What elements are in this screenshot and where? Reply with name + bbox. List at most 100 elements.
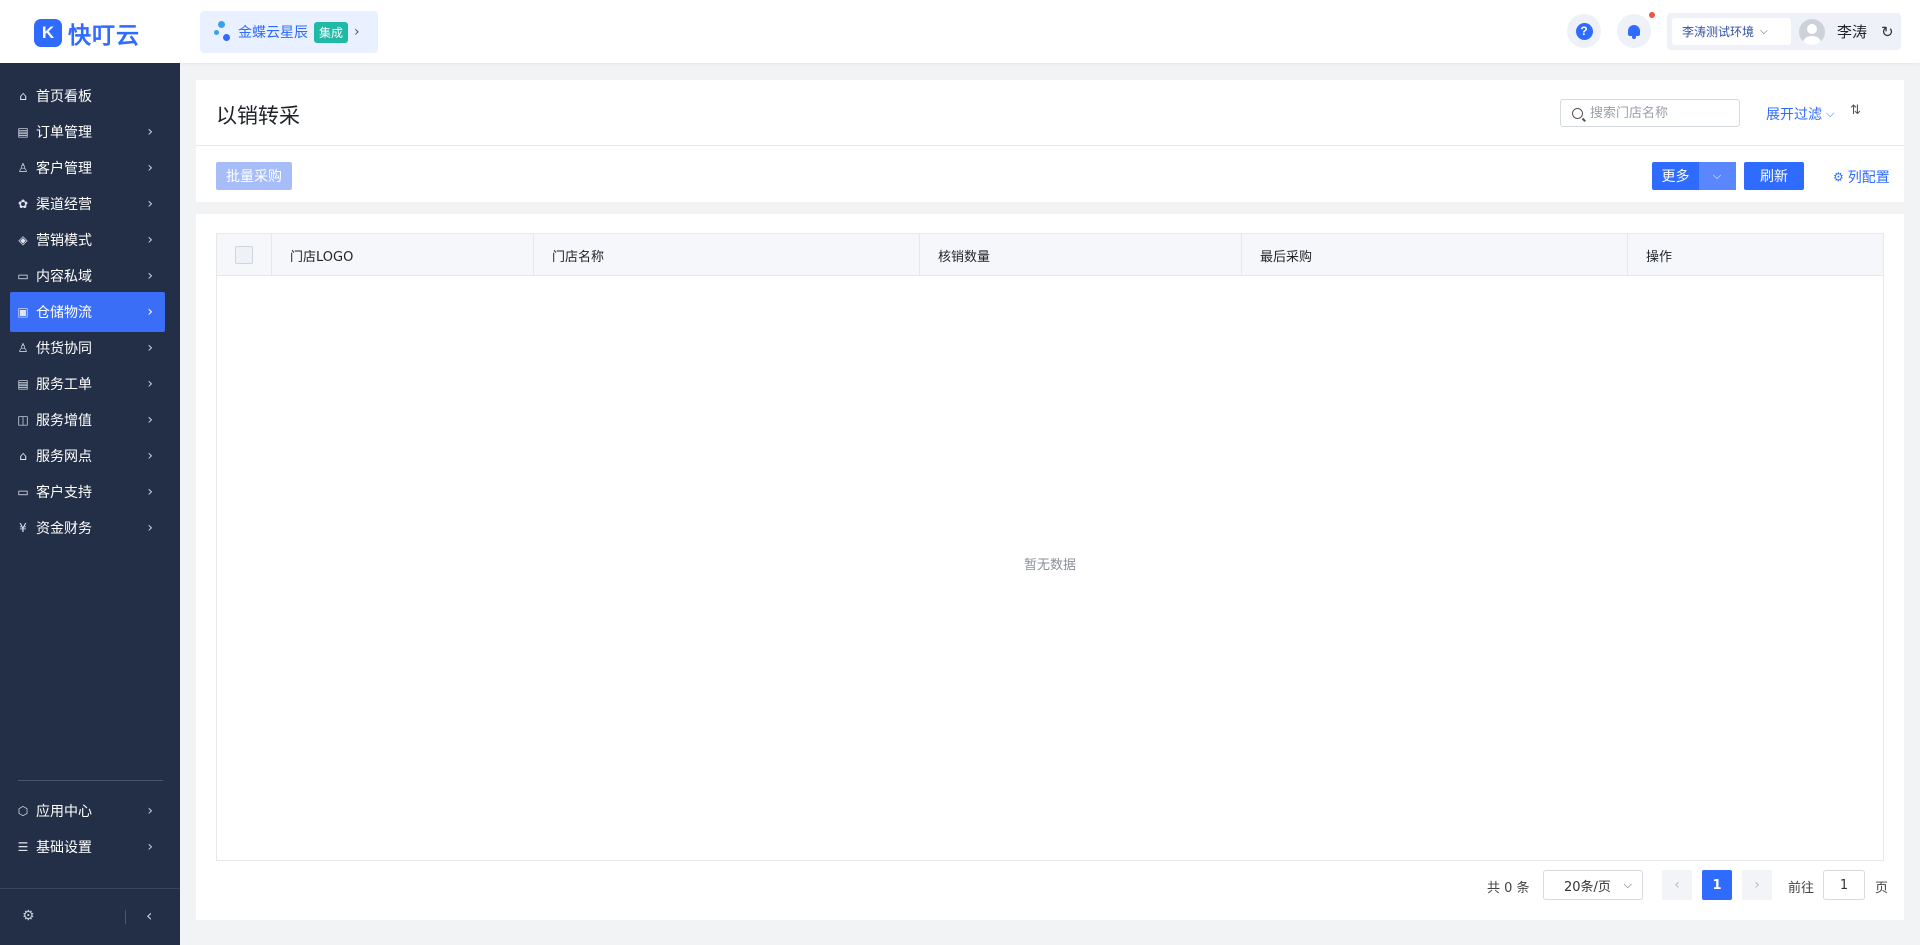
page-size-select[interactable]: 20条/页 ⌵ — [1543, 870, 1643, 900]
select-all-checkbox[interactable] — [235, 246, 253, 264]
search-input[interactable] — [1590, 105, 1730, 121]
sidebar-item-label: 服务网点 — [36, 449, 92, 465]
store-search[interactable] — [1560, 99, 1740, 127]
help-button[interactable]: ? — [1567, 14, 1601, 48]
logo-text: 快叮云 — [68, 23, 140, 49]
batch-purchase-button[interactable]: 批量采购 — [216, 162, 292, 190]
pagination: 共 0 条 20条/页 ⌵ ‹ 1 › 前往 页 — [196, 870, 1904, 900]
sidebar-item-4[interactable]: ◈ 营销模式 › — [10, 220, 165, 260]
sidebar-item-1[interactable]: ▤ 订单管理 › — [10, 112, 165, 152]
sidebar-bottom-item-0[interactable]: ⬡ 应用中心 › — [10, 791, 165, 831]
integration-badge: 集成 — [314, 21, 349, 43]
sidebar-item-label: 渠道经营 — [36, 197, 92, 213]
question-mark-icon: ? — [1575, 22, 1593, 40]
sidebar-item-12[interactable]: ¥ 资金财务 › — [10, 508, 165, 548]
goto-page-input[interactable] — [1823, 870, 1865, 900]
collapse-sidebar-button[interactable]: ‹ — [146, 906, 152, 925]
column-header-store-logo[interactable]: 门店LOGO — [272, 234, 534, 276]
sidebar-item-5[interactable]: ▭ 内容私域 › — [10, 256, 165, 296]
sidebar-item-9[interactable]: ◫ 服务增值 › — [10, 400, 165, 440]
bell-icon — [1627, 24, 1641, 39]
header-divider — [196, 145, 1904, 146]
chevron-right-icon: › — [147, 484, 153, 500]
sidebar-item-label: 营销模式 — [36, 233, 92, 249]
sidebar-item-label: 订单管理 — [36, 125, 92, 141]
sidebar-item-8[interactable]: ▤ 服务工单 › — [10, 364, 165, 404]
sidebar-item-label: 供货协同 — [36, 341, 92, 357]
sidebar-bottom-item-1[interactable]: ☰ 基础设置 › — [10, 827, 165, 867]
chevron-right-icon: › — [147, 196, 153, 212]
chevron-down-icon[interactable]: ⌵ — [1698, 162, 1736, 190]
sidebar-item-label: 客户管理 — [36, 161, 92, 177]
channel-icon: ✿ — [17, 197, 29, 211]
sidebar-item-label: 服务工单 — [36, 377, 92, 393]
sidebar-item-label: 客户支持 — [36, 485, 92, 501]
column-header-actions[interactable]: 操作 — [1628, 234, 1883, 276]
prev-page-button[interactable]: ‹ — [1662, 870, 1692, 900]
user-icon: ♙ — [17, 161, 29, 175]
sidebar-item-10[interactable]: ⌂ 服务网点 › — [10, 436, 165, 476]
page-number-current[interactable]: 1 — [1702, 870, 1732, 900]
environment-label: 李涛测试环境 — [1682, 25, 1755, 39]
sidebar-item-11[interactable]: ▭ 客户支持 › — [10, 472, 165, 512]
gear-icon: ⚙ — [1833, 170, 1844, 184]
clipboard-icon: ▤ — [17, 125, 29, 139]
expand-filter-label: 展开过滤 — [1766, 107, 1822, 123]
integration-switch[interactable]: 金蝶云星辰 集成 › — [200, 11, 378, 53]
chevron-right-icon: › — [147, 376, 153, 392]
goto-suffix: 页 — [1875, 881, 1889, 896]
logo-mark-icon: K — [34, 19, 62, 47]
next-page-button[interactable]: › — [1742, 870, 1772, 900]
integration-dots-icon — [214, 21, 232, 43]
column-config-button[interactable]: ⚙ 列配置 — [1833, 167, 1890, 187]
page-title: 以销转采 — [216, 104, 300, 128]
sidebar-item-label: 应用中心 — [36, 804, 92, 820]
chevron-right-icon: › — [147, 232, 153, 248]
more-button[interactable]: 更多 ⌵ — [1652, 162, 1736, 190]
support-icon: ▭ — [17, 485, 29, 499]
chevron-right-icon: › — [147, 124, 153, 140]
supplier-icon: ♙ — [17, 341, 29, 355]
sidebar-item-3[interactable]: ✿ 渠道经营 › — [10, 184, 165, 224]
warehouse-icon: ▣ — [17, 305, 29, 319]
chevron-right-icon: › — [147, 304, 153, 320]
chevron-right-icon: › — [147, 448, 153, 464]
search-icon — [1572, 107, 1583, 119]
refresh-button[interactable]: 刷新 — [1744, 162, 1804, 190]
sidebar-item-2[interactable]: ♙ 客户管理 › — [10, 148, 165, 188]
data-table: 门店LOGO 门店名称 核销数量 最后采购 操作 暂无数据 — [216, 233, 1884, 861]
chevron-right-icon: › — [147, 340, 153, 356]
cube-icon: ⬡ — [17, 804, 29, 818]
column-header-store-name[interactable]: 门店名称 — [534, 234, 920, 276]
table-header: 门店LOGO 门店名称 核销数量 最后采购 操作 — [217, 234, 1883, 276]
user-name[interactable]: 李涛 — [1837, 21, 1867, 42]
chevron-right-icon: › — [147, 839, 153, 855]
image-icon: ▭ — [17, 269, 29, 283]
notification-button[interactable] — [1617, 14, 1651, 48]
notification-dot — [1649, 12, 1655, 18]
sidebar-footer-separator — [125, 910, 126, 924]
home-icon: ⌂ — [19, 89, 27, 103]
chevron-right-icon: › — [147, 803, 153, 819]
expand-filter-button[interactable]: 展开过滤 ⌵ — [1766, 104, 1834, 124]
sidebar-item-7[interactable]: ♙ 供货协同 › — [10, 328, 165, 368]
chevron-down-icon: ⌵ — [1826, 107, 1835, 120]
environment-select[interactable]: 李涛测试环境 ⌵ — [1672, 18, 1791, 45]
page-size-value: 20条/页 — [1564, 879, 1611, 895]
gear-icon[interactable]: ⚙ — [22, 908, 35, 924]
sidebar-item-label: 资金财务 — [36, 521, 92, 537]
chevron-right-icon: › — [147, 268, 153, 284]
chevron-right-icon: › — [147, 160, 153, 176]
sort-icon[interactable]: ⇅ — [1850, 103, 1861, 118]
tag-icon: ◈ — [18, 233, 28, 247]
sidebar-footer-divider — [0, 888, 180, 889]
user-area: 李涛测试环境 ⌵ 李涛 ↻ — [1667, 13, 1901, 50]
column-header-verified-quantity[interactable]: 核销数量 — [920, 234, 1242, 276]
column-header-last-purchase[interactable]: 最后采购 — [1242, 234, 1628, 276]
chevron-down-icon: ⌵ — [1623, 878, 1632, 891]
sidebar-item-0[interactable]: ⌂ 首页看板 — [10, 76, 165, 116]
app-logo[interactable]: K 快叮云 — [34, 16, 140, 50]
avatar[interactable] — [1799, 18, 1825, 45]
sidebar-item-6[interactable]: ▣ 仓储物流 › — [10, 292, 165, 332]
refresh-icon[interactable]: ↻ — [1881, 23, 1894, 41]
